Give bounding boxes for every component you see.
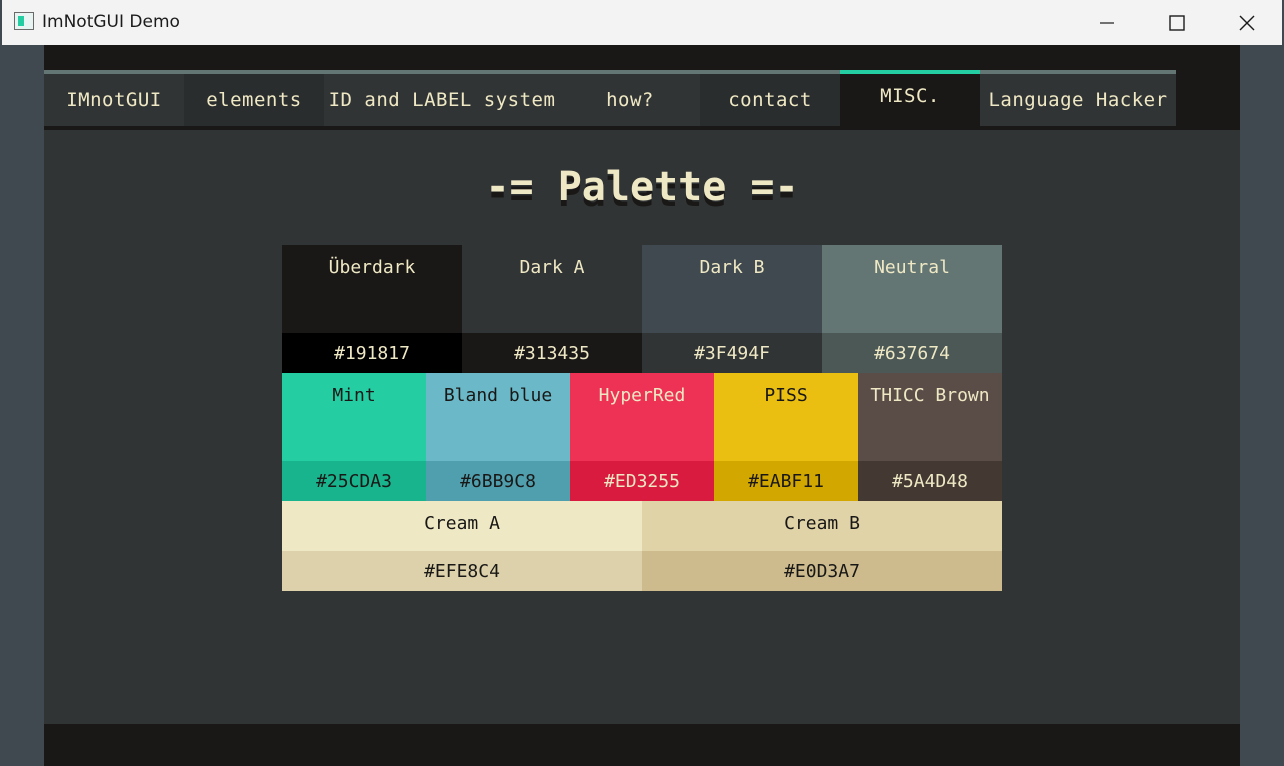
palette-grid: Überdark #191817 Dark A #313435 Dark B #3F4… — [282, 245, 1002, 591]
swatch-hex: #637674 — [822, 333, 1002, 373]
tab-bar: IMnotGUI elements ID and LABEL system ho… — [44, 70, 1176, 126]
tab-label: Language Hacker — [988, 89, 1168, 111]
swatch-name: Mint — [282, 373, 426, 461]
swatch-name: HyperRed — [570, 373, 714, 461]
swatch-hex: #ED3255 — [570, 461, 714, 501]
minimize-button[interactable] — [1072, 0, 1142, 45]
swatch-name: Cream A — [282, 501, 642, 551]
swatch-dark-a: Dark A #313435 — [462, 245, 642, 373]
tab-elements[interactable]: elements — [184, 70, 324, 126]
swatch-mint: Mint #25CDA3 — [282, 373, 426, 501]
tab-how[interactable]: how? — [560, 70, 700, 126]
swatch-hex: #191817 — [282, 333, 462, 373]
tab-label: MISC. — [880, 85, 940, 107]
palette-row-cream: Cream A #EFE8C4 Cream B #E0D3A7 — [282, 501, 1002, 591]
swatch-bland-blue: Bland blue #6BB9C8 — [426, 373, 570, 501]
swatch-name: Bland blue — [426, 373, 570, 461]
swatch-hex: #EFE8C4 — [282, 551, 642, 591]
swatch-name: Überdark — [282, 245, 462, 333]
app-frame: IMnotGUI elements ID and LABEL system ho… — [44, 45, 1240, 766]
window-title: ImNotGUI Demo — [42, 12, 180, 32]
swatch-cream-b: Cream B #E0D3A7 — [642, 501, 1002, 591]
app-icon — [14, 12, 34, 30]
swatch-cream-a: Cream A #EFE8C4 — [282, 501, 642, 591]
swatch-hex: #313435 — [462, 333, 642, 373]
swatch-hex: #25CDA3 — [282, 461, 426, 501]
close-button[interactable] — [1212, 0, 1282, 45]
swatch-hex: #5A4D48 — [858, 461, 1002, 501]
swatch-uberdark: Überdark #191817 — [282, 245, 462, 373]
swatch-thicc-brown: THICC Brown #5A4D48 — [858, 373, 1002, 501]
swatch-hex: #6BB9C8 — [426, 461, 570, 501]
swatch-hex: #3F494F — [642, 333, 822, 373]
tab-language-hacker[interactable]: Language Hacker — [980, 70, 1176, 126]
minimize-icon — [1100, 21, 1114, 24]
palette-row-accents: Mint #25CDA3 Bland blue #6BB9C8 HyperRed #E… — [282, 373, 1002, 501]
swatch-piss: PISS #EABF11 — [714, 373, 858, 501]
content-panel: -= Palette =- Überdark #191817 Dark A #313… — [44, 130, 1240, 724]
swatch-hex: #E0D3A7 — [642, 551, 1002, 591]
swatch-name: Cream B — [642, 501, 1002, 551]
swatch-hex: #EABF11 — [714, 461, 858, 501]
tab-label: contact — [728, 89, 812, 111]
palette-row-dark: Überdark #191817 Dark A #313435 Dark B #3F4… — [282, 245, 1002, 373]
swatch-name: PISS — [714, 373, 858, 461]
maximize-button[interactable] — [1142, 0, 1212, 45]
app-window: ImNotGUI Demo IMnotGUI elements ID and L… — [2, 0, 1282, 766]
maximize-icon — [1169, 14, 1185, 31]
bottom-bar — [44, 724, 1240, 766]
swatch-name: THICC Brown — [858, 373, 1002, 461]
tab-label: IMnotGUI — [66, 89, 162, 111]
swatch-name: Dark A — [462, 245, 642, 333]
title-bar[interactable]: ImNotGUI Demo — [2, 0, 1282, 45]
tab-id-and-label-system[interactable]: ID and LABEL system — [324, 70, 560, 126]
swatch-name: Neutral — [822, 245, 1002, 333]
swatch-neutral: Neutral #637674 — [822, 245, 1002, 373]
close-icon — [1239, 15, 1255, 30]
tab-imnotgui[interactable]: IMnotGUI — [44, 70, 184, 126]
swatch-hyperred: HyperRed #ED3255 — [570, 373, 714, 501]
swatch-dark-b: Dark B #3F494F — [642, 245, 822, 373]
tab-misc[interactable]: MISC. — [840, 70, 980, 126]
tab-label: how? — [606, 89, 654, 111]
swatch-name: Dark B — [642, 245, 822, 333]
tab-contact[interactable]: contact — [700, 70, 840, 126]
page-title: -= Palette =- — [485, 164, 799, 210]
tab-label: ID and LABEL system — [328, 89, 556, 111]
tab-label: elements — [206, 89, 302, 111]
